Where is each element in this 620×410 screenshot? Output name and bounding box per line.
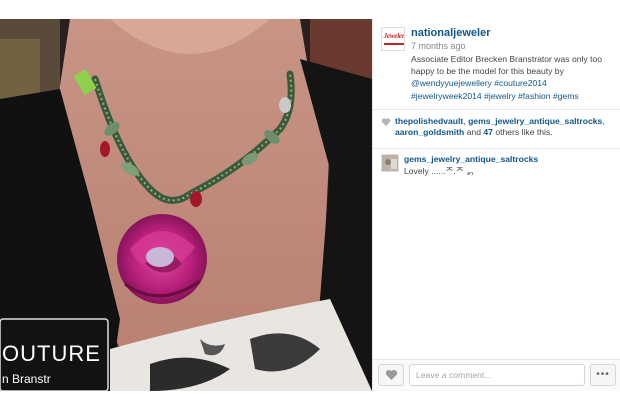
caption-text: Associate Editor Brecken Branstrator was… (411, 54, 603, 77)
heart-icon (381, 118, 391, 126)
comment-input[interactable] (409, 364, 585, 386)
likes-others-suffix: others like this. (492, 127, 553, 137)
like-button[interactable] (378, 364, 404, 386)
more-options-button[interactable]: ••• (590, 364, 616, 386)
likes-separator: , (602, 116, 605, 126)
comment-footer: ••• (373, 359, 620, 391)
likes-and: and (464, 127, 484, 137)
comment-username[interactable]: gems_jewelry_antique_saltrocks (404, 154, 538, 164)
badge-text: OUTURE (2, 341, 101, 366)
likes-section: thepolishedvault, gems_jewelry_antique_s… (373, 109, 620, 149)
liker-username[interactable]: aaron_goldsmith (395, 127, 464, 137)
commenter-avatar[interactable] (381, 154, 399, 172)
post-timestamp[interactable]: 7 months ago (411, 41, 466, 51)
national-jeweler-logo-avatar[interactable]: Jeweler (381, 27, 405, 51)
liker-username[interactable]: thepolishedvault (395, 116, 463, 126)
logo-underline (384, 43, 404, 45)
avatar-logo-text: Jeweler (383, 32, 405, 40)
instagram-embed: OUTURE n Branstr Jeweler nationaljeweler… (0, 19, 620, 391)
badge-subtext: n Branstr (2, 372, 51, 386)
comment-item: gems_jewelry_antique_saltrocks Lovely ..… (373, 151, 620, 181)
post-sidebar: Jeweler nationaljeweler 7 months ago Ass… (372, 19, 620, 391)
likes-others-count[interactable]: 47 (483, 127, 493, 137)
liker-username[interactable]: gems_jewelry_antique_saltrocks (468, 116, 602, 126)
comment-text: Lovely ......ᄌ.ᄌ ᆰ (404, 166, 475, 176)
post-username[interactable]: nationaljeweler (411, 27, 490, 39)
avatar-image (382, 155, 398, 171)
caption-mention-link[interactable]: @wendyyuejewellery (411, 78, 492, 88)
post-caption: Associate Editor Brecken Branstrator was… (411, 53, 617, 102)
likes-text: thepolishedvault, gems_jewelry_antique_s… (395, 116, 617, 138)
necklace-photo: OUTURE n Branstr (0, 19, 372, 391)
post-header: Jeweler nationaljeweler 7 months ago Ass… (373, 19, 620, 107)
heart-icon (385, 369, 398, 380)
post-photo[interactable]: OUTURE n Branstr (0, 19, 372, 391)
